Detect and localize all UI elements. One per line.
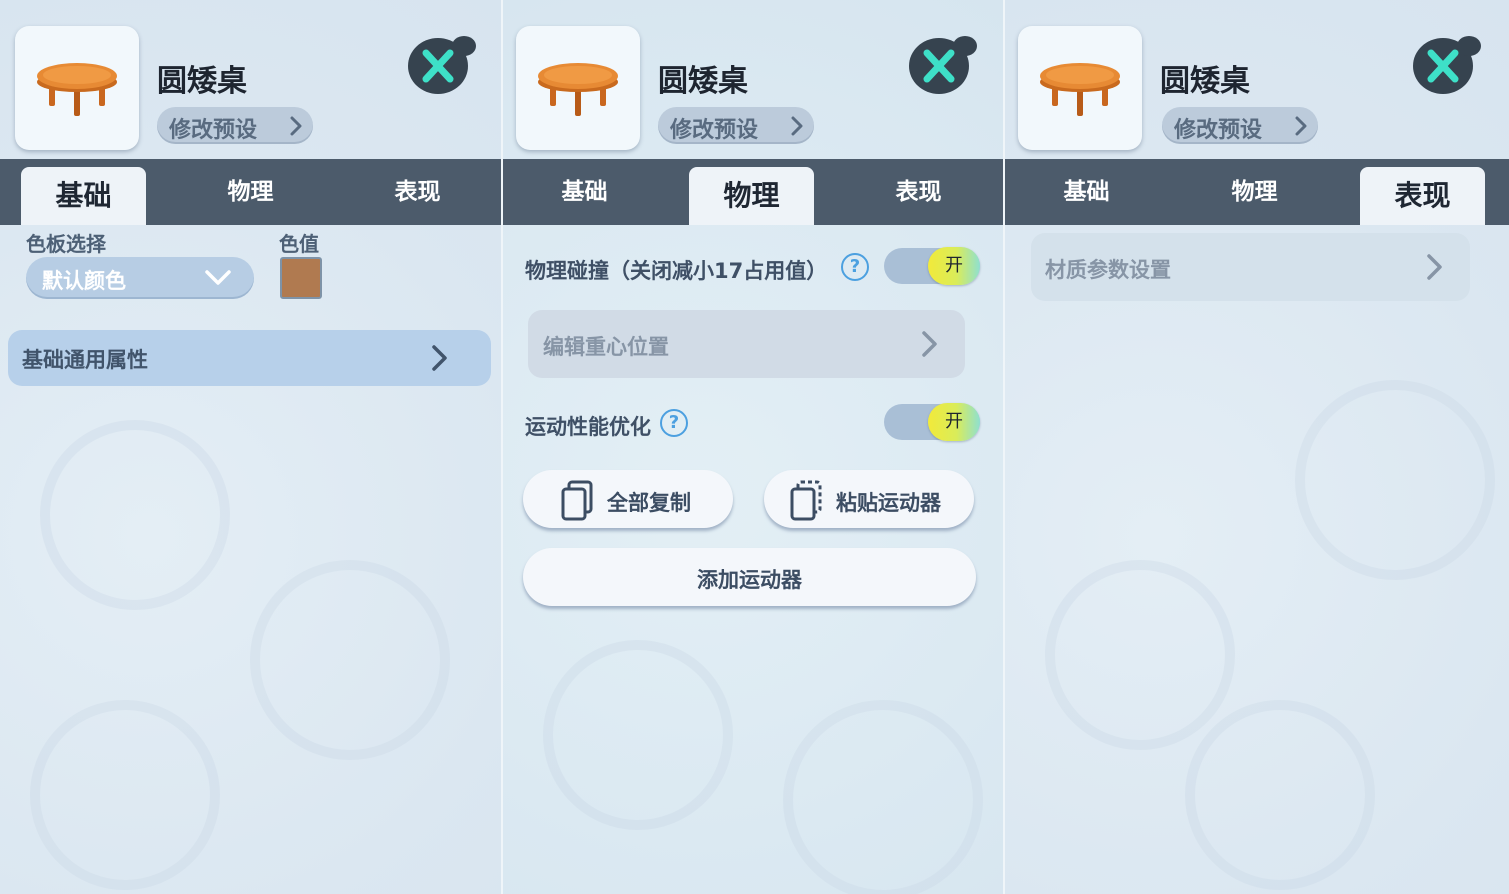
paste-icon bbox=[790, 480, 822, 521]
panel-appearance: 圆矮桌 修改预设 基础 物理 表现 材质参数设置 bbox=[1005, 0, 1509, 894]
add-mover-button[interactable]: 添加运动器 bbox=[523, 548, 976, 606]
copy-all-label: 全部复制 bbox=[607, 491, 691, 515]
collision-toggle-knob: 开 bbox=[928, 247, 980, 285]
close-button[interactable] bbox=[1413, 36, 1481, 94]
collision-toggle[interactable]: 开 bbox=[884, 247, 980, 285]
table-icon bbox=[1040, 63, 1120, 116]
close-button[interactable] bbox=[408, 36, 476, 94]
item-thumbnail bbox=[15, 26, 139, 150]
tab-physics[interactable]: 物理 bbox=[188, 159, 313, 225]
add-mover-label: 添加运动器 bbox=[697, 568, 802, 592]
palette-dropdown[interactable]: 默认颜色 bbox=[26, 257, 254, 299]
chevron-right-icon bbox=[1295, 116, 1307, 136]
modify-preset-label: 修改预设 bbox=[670, 118, 759, 143]
modify-preset-button[interactable]: 修改预设 bbox=[1162, 107, 1318, 144]
panel-basic: 圆矮桌 修改预设 基础 物理 表现 色板选择 色值 默认颜色 基础通用属性 bbox=[0, 0, 501, 894]
paste-mover-label: 粘贴运动器 bbox=[836, 491, 941, 515]
edit-center-label: 编辑重心位置 bbox=[543, 335, 669, 359]
chevron-right-icon bbox=[922, 331, 937, 357]
panel-physics: 圆矮桌 修改预设 基础 物理 表现 物理碰撞（关闭减小17占用值） ? 开 编辑… bbox=[503, 0, 1003, 894]
chevron-right-icon bbox=[791, 116, 803, 136]
item-thumbnail bbox=[1018, 26, 1142, 150]
tab-basic[interactable]: 基础 bbox=[21, 167, 146, 225]
tab-basic[interactable]: 基础 bbox=[1024, 159, 1149, 225]
chevron-right-icon bbox=[1427, 254, 1442, 280]
general-props-row[interactable]: 基础通用属性 bbox=[8, 330, 491, 386]
modify-preset-label: 修改预设 bbox=[169, 118, 258, 143]
tab-physics[interactable]: 物理 bbox=[689, 167, 814, 225]
modify-preset-button[interactable]: 修改预设 bbox=[658, 107, 814, 144]
item-name: 圆矮桌 bbox=[1160, 64, 1250, 99]
table-icon bbox=[37, 63, 117, 116]
motion-opt-toggle-knob: 开 bbox=[928, 403, 980, 441]
material-settings-row[interactable]: 材质参数设置 bbox=[1031, 233, 1470, 301]
tab-appearance[interactable]: 表现 bbox=[856, 159, 981, 225]
chevron-right-icon bbox=[290, 116, 302, 136]
modify-preset-button[interactable]: 修改预设 bbox=[157, 107, 313, 144]
panels-container: 圆矮桌 修改预设 基础 物理 表现 色板选择 色值 默认颜色 基础通用属性 圆矮… bbox=[0, 0, 1509, 894]
tab-bar: 基础 物理 表现 bbox=[1005, 159, 1509, 225]
copy-icon bbox=[561, 480, 593, 521]
tab-appearance[interactable]: 表现 bbox=[1360, 167, 1485, 225]
help-icon[interactable]: ? bbox=[841, 253, 869, 281]
close-icon bbox=[1427, 49, 1459, 83]
color-swatch[interactable] bbox=[280, 257, 322, 299]
item-name: 圆矮桌 bbox=[658, 64, 748, 99]
chevron-down-icon bbox=[205, 270, 231, 285]
item-name: 圆矮桌 bbox=[157, 64, 247, 99]
table-icon bbox=[538, 63, 618, 116]
chevron-right-icon bbox=[432, 345, 447, 371]
material-settings-label: 材质参数设置 bbox=[1045, 258, 1171, 282]
paste-mover-button[interactable]: 粘贴运动器 bbox=[764, 470, 974, 528]
edit-center-row[interactable]: 编辑重心位置 bbox=[528, 310, 965, 378]
motion-opt-label: 运动性能优化 bbox=[525, 415, 651, 439]
copy-all-button[interactable]: 全部复制 bbox=[523, 470, 733, 528]
help-icon[interactable]: ? bbox=[660, 409, 688, 437]
palette-selected: 默认颜色 bbox=[42, 269, 126, 293]
color-value-label: 色值 bbox=[279, 232, 319, 256]
close-button[interactable] bbox=[909, 36, 977, 94]
tab-physics[interactable]: 物理 bbox=[1192, 159, 1317, 225]
general-props-label: 基础通用属性 bbox=[22, 348, 148, 372]
item-thumbnail bbox=[516, 26, 640, 150]
palette-label: 色板选择 bbox=[26, 232, 106, 256]
tab-bar: 基础 物理 表现 bbox=[0, 159, 501, 225]
tab-appearance[interactable]: 表现 bbox=[355, 159, 480, 225]
tab-basic[interactable]: 基础 bbox=[522, 159, 647, 225]
motion-opt-toggle[interactable]: 开 bbox=[884, 403, 980, 441]
modify-preset-label: 修改预设 bbox=[1174, 118, 1263, 143]
tab-bar: 基础 物理 表现 bbox=[503, 159, 1003, 225]
collision-label: 物理碰撞（关闭减小17占用值） bbox=[525, 259, 828, 283]
close-icon bbox=[422, 49, 454, 83]
close-icon bbox=[923, 49, 955, 83]
